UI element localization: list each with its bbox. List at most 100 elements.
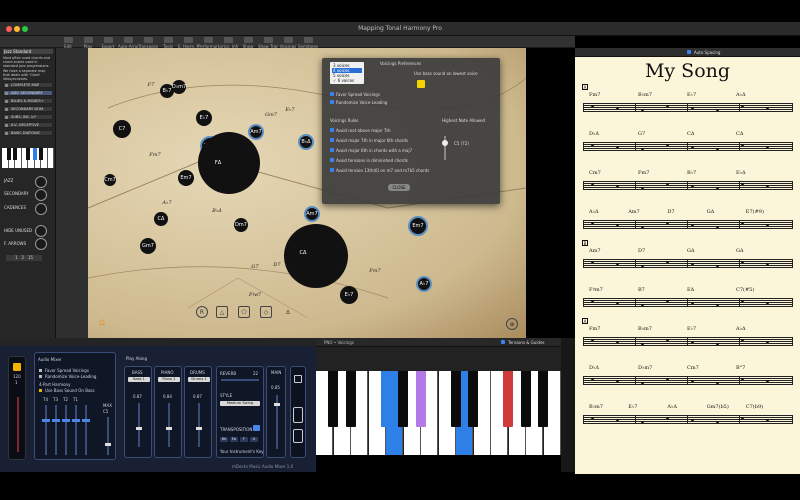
secondary-knob[interactable] — [35, 189, 47, 201]
voice-fader-cap[interactable] — [82, 419, 90, 422]
mini-white-key[interactable] — [48, 148, 54, 168]
map-chord[interactable]: Em7 — [408, 216, 428, 236]
anchor-icon[interactable]: ⚓ — [282, 306, 294, 318]
transpose-key-button[interactable]: F — [240, 437, 248, 442]
piano-preset-select[interactable]: Piano 1 — [158, 377, 180, 382]
octave-stepper[interactable]: 1 2 15 — [6, 255, 42, 261]
map-chord[interactable]: B♭Δ — [210, 204, 224, 218]
chord-symbol[interactable]: EΔ — [687, 287, 694, 293]
chord-symbol[interactable]: D7 — [667, 209, 674, 215]
chord-symbol[interactable]: G7 — [638, 131, 645, 137]
chord-symbol[interactable]: E♭7 — [687, 92, 696, 98]
chord-symbol[interactable]: D♭m7 — [638, 365, 652, 371]
r-tool-icon[interactable]: R — [196, 306, 208, 318]
piano-black-key[interactable] — [538, 371, 548, 427]
chord-symbol[interactable]: GΔ — [736, 248, 744, 254]
chord-symbol[interactable]: B°7 — [736, 365, 745, 371]
style-select[interactable]: Medium Swing — [220, 401, 260, 406]
map-chord[interactable]: Fm7 — [148, 148, 162, 162]
map-chord[interactable]: Am7 — [248, 124, 264, 140]
hide-unused-toggle[interactable] — [35, 225, 47, 237]
rule-checkbox[interactable] — [330, 158, 334, 162]
tempo-fader[interactable] — [17, 397, 19, 452]
transpose-key-button[interactable]: A — [250, 437, 258, 442]
rule-checkbox[interactable] — [330, 138, 334, 142]
voice-count-list[interactable]: 3 voices 4 voices 5 voices ✓ 6 voices — [330, 62, 364, 84]
play-icon[interactable] — [293, 429, 303, 443]
chord-c-major[interactable]: CΔ — [293, 248, 313, 258]
piano-black-key[interactable] — [380, 371, 391, 427]
chord-symbol[interactable]: Fm7 — [638, 170, 649, 176]
main-fader-cap[interactable] — [274, 403, 280, 406]
chord-symbol[interactable]: E♭7 — [628, 404, 637, 410]
chord-symbol[interactable]: B♭m7 — [589, 404, 603, 410]
voice-fader-cap[interactable] — [42, 419, 50, 422]
lead-sheet[interactable]: My Song A Fm7 B♭m7 E♭7 A♭Δ D♭Δ G7 CΔ CΔ Cm7 Fm7 B♭7… — [575, 57, 800, 474]
harmony-mode[interactable]: 4-Part Harmony — [39, 382, 70, 387]
voice-fader[interactable] — [65, 405, 67, 455]
voice-fader[interactable] — [85, 405, 87, 455]
chord-symbol[interactable]: Am7 — [589, 248, 601, 254]
bass-preset-select[interactable]: Bass 1 — [128, 377, 150, 382]
map-chord[interactable]: D7 — [270, 258, 284, 272]
map-chord[interactable]: Em7 — [178, 170, 194, 186]
chord-symbol[interactable]: B♭7 — [687, 170, 696, 176]
chord-symbol[interactable]: D♭Δ — [589, 131, 599, 137]
piano-fader[interactable] — [168, 403, 170, 447]
map-chord[interactable]: F7 — [144, 78, 158, 92]
home-icon[interactable]: ⌂ — [96, 316, 108, 328]
chord-symbol[interactable]: GΔ — [707, 209, 715, 215]
bass-sound-toggle[interactable] — [417, 80, 425, 88]
chord-symbol[interactable]: D♭Δ — [589, 365, 599, 371]
minimize-window-button[interactable] — [14, 26, 20, 32]
big-chord-circle[interactable] — [284, 224, 348, 288]
chord-symbol[interactable]: E♭7 — [687, 326, 696, 332]
map-menu-item[interactable]: COMPLETE MAP — [3, 82, 53, 88]
chord-f-major[interactable]: FΔ — [208, 158, 228, 168]
bass-fader[interactable] — [138, 403, 140, 447]
map-menu-item[interactable]: BASIC DIATONIC — [3, 130, 53, 136]
transposition-toggle[interactable] — [253, 425, 260, 431]
piano-black-key[interactable] — [503, 371, 513, 427]
chord-symbol[interactable]: B♭m7 — [638, 326, 652, 332]
chord-symbol[interactable]: D7 — [638, 248, 645, 254]
chord-symbol[interactable]: A♭Δ — [589, 209, 599, 215]
piano-keyboard[interactable] — [316, 347, 561, 455]
map-chord[interactable]: C7 — [113, 120, 131, 138]
map-chord[interactable]: A♭7 — [416, 276, 432, 292]
zoom-icon[interactable]: ⊕ — [506, 318, 518, 330]
voice-fader[interactable] — [75, 405, 77, 455]
reverb-slider[interactable] — [221, 379, 259, 381]
piano-black-key[interactable] — [415, 371, 426, 427]
auto-spacing-checkbox[interactable] — [687, 50, 691, 54]
voice-option-checked[interactable]: ✓ 6 voices — [332, 78, 362, 83]
map-chord[interactable]: Am7 — [304, 206, 320, 222]
metronome-icon[interactable] — [13, 363, 21, 371]
chord-symbol[interactable]: A♭Δ — [736, 326, 746, 332]
map-chord[interactable]: E♭7 — [340, 286, 358, 304]
mini-black-key[interactable] — [6, 148, 11, 160]
chord-symbol[interactable]: GΔ — [687, 248, 695, 254]
transpose-key-button[interactable]: Eb — [230, 437, 238, 442]
max-fader[interactable] — [107, 417, 109, 455]
chord-symbol[interactable]: F♯m7 — [589, 287, 603, 293]
jazz-knob[interactable] — [35, 176, 47, 188]
song-name[interactable]: Jazz Standard — [3, 49, 53, 54]
chord-symbol[interactable]: Cm7 — [589, 170, 601, 176]
chord-symbol[interactable]: C7(b9) — [746, 404, 763, 410]
piano-black-key[interactable] — [345, 371, 356, 427]
favor-spread-checkbox[interactable] — [330, 92, 334, 96]
map-chord[interactable]: Gm7 — [140, 238, 156, 254]
map-menu-item[interactable]: II-V, DECEPTIVE — [3, 122, 53, 128]
randomize-checkbox[interactable] — [39, 375, 42, 378]
voice-fader-cap[interactable] — [62, 419, 70, 422]
rule-checkbox[interactable] — [330, 128, 334, 132]
mini-black-key[interactable] — [39, 148, 43, 160]
voice-fader[interactable] — [55, 405, 57, 455]
map-menu-item[interactable]: SUBS, INC. b7 — [3, 114, 53, 120]
max-fader-cap[interactable] — [105, 443, 111, 446]
map-chord[interactable]: E♭7 — [284, 104, 296, 116]
chord-symbol[interactable]: Gm7(b5) — [707, 404, 729, 410]
drums-preset-select[interactable]: Drums 1 — [188, 377, 210, 382]
bass-fader-cap[interactable] — [136, 427, 142, 430]
